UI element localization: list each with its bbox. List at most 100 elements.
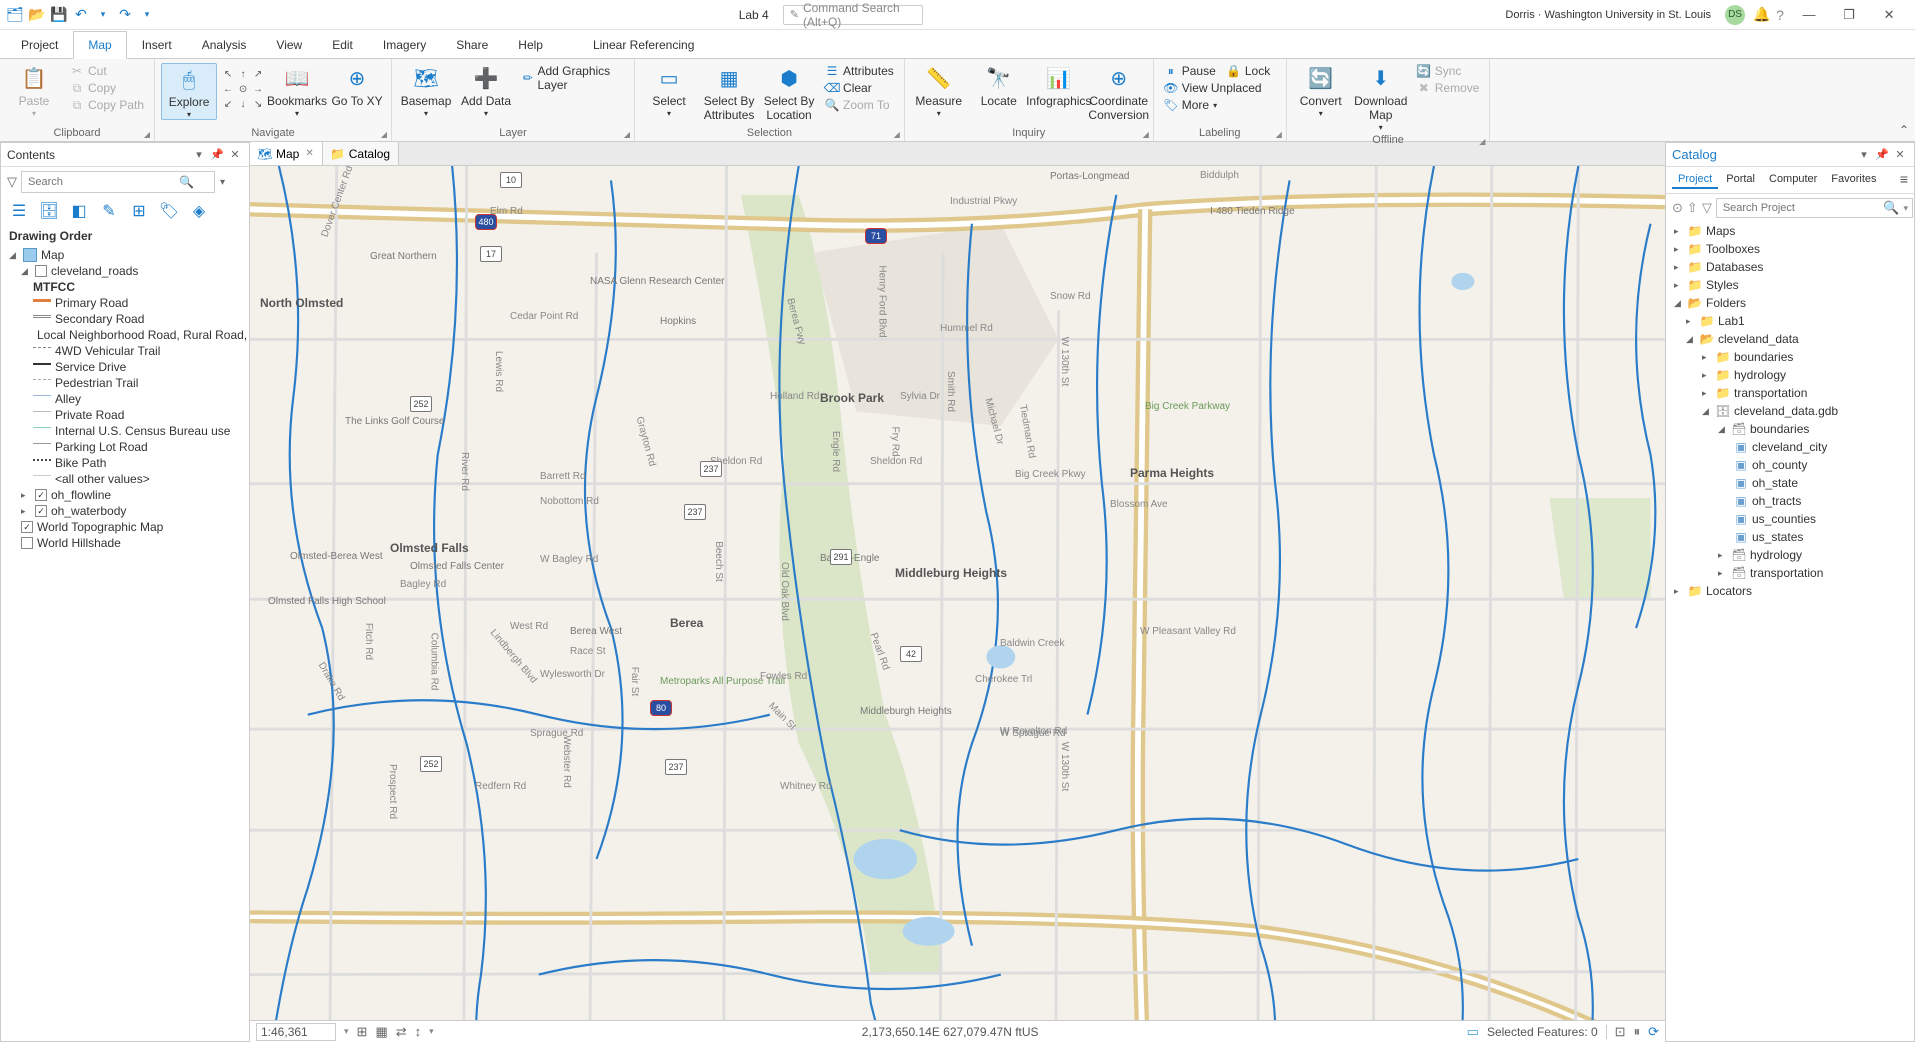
download-map-button[interactable]: ⬇Download Map▾ bbox=[1353, 63, 1409, 132]
tab-share[interactable]: Share bbox=[441, 31, 503, 58]
copy-path-button[interactable]: ⧉Copy Path bbox=[66, 97, 148, 113]
catalog-tab-computer[interactable]: Computer bbox=[1763, 171, 1823, 189]
list-by-snapping-icon[interactable]: ⊞ bbox=[129, 201, 149, 221]
cat-folders[interactable]: ◢📂Folders bbox=[1666, 294, 1914, 312]
cat-transportation-folder[interactable]: ▸📁transportation bbox=[1666, 384, 1914, 402]
cat-styles[interactable]: ▸📁Styles bbox=[1666, 276, 1914, 294]
measure-button[interactable]: 📏Measure▾ bbox=[911, 63, 967, 118]
view-unplaced-button[interactable]: 👁View Unplaced bbox=[1160, 80, 1280, 96]
convert-button[interactable]: 🔄Convert▾ bbox=[1293, 63, 1349, 118]
contents-pin[interactable]: 📌 bbox=[209, 147, 225, 163]
layer-checkbox[interactable]: ✓ bbox=[35, 489, 47, 501]
select-by-attributes-button[interactable]: ▦Select By Attributes bbox=[701, 63, 757, 123]
toc-parking[interactable]: Parking Lot Road bbox=[1, 439, 249, 455]
tab-insert[interactable]: Insert bbox=[127, 31, 187, 58]
toc-private[interactable]: Private Road bbox=[1, 407, 249, 423]
cat-oh-tracts[interactable]: ▣oh_tracts bbox=[1666, 492, 1914, 510]
toc-secondary[interactable]: Secondary Road bbox=[1, 311, 249, 327]
undo-dropdown[interactable]: ▾ bbox=[94, 6, 112, 24]
redo-dropdown[interactable]: ▾ bbox=[138, 6, 156, 24]
layer-checkbox[interactable] bbox=[21, 537, 33, 549]
toc-local[interactable]: Local Neighborhood Road, Rural Road, Cit… bbox=[1, 327, 249, 343]
tab-map[interactable]: Map bbox=[73, 31, 126, 59]
toc-cleveland-roads[interactable]: ◢cleveland_roads bbox=[1, 263, 249, 279]
collapse-ribbon-button[interactable]: ⌃ bbox=[1893, 59, 1915, 141]
attributes-button[interactable]: ☰Attributes bbox=[821, 63, 898, 79]
user-avatar[interactable]: DS bbox=[1725, 5, 1745, 25]
tab-linear-referencing[interactable]: Linear Referencing bbox=[578, 31, 709, 58]
toc-primary[interactable]: Primary Road bbox=[1, 295, 249, 311]
catalog-close[interactable]: ✕ bbox=[1892, 147, 1908, 163]
toc-topo[interactable]: ✓World Topographic Map bbox=[1, 519, 249, 535]
toc-4wd[interactable]: 4WD Vehicular Trail bbox=[1, 343, 249, 359]
cat-oh-county[interactable]: ▣oh_county bbox=[1666, 456, 1914, 474]
close-tab-icon[interactable]: ✕ bbox=[305, 148, 313, 159]
coord-conversion-button[interactable]: ⊕Coordinate Conversion bbox=[1091, 63, 1147, 123]
cat-cleveland-data[interactable]: ◢📂cleveland_data bbox=[1666, 330, 1914, 348]
cat-locators[interactable]: ▸📁Locators bbox=[1666, 582, 1914, 600]
catalog-tab-project[interactable]: Project bbox=[1672, 171, 1718, 189]
zoom-to-button[interactable]: 🔍Zoom To bbox=[821, 97, 898, 113]
catalog-dropdown[interactable]: ▾ bbox=[1856, 147, 1872, 163]
toc-map[interactable]: ◢Map bbox=[1, 247, 249, 263]
add-graphics-button[interactable]: ✏Add Graphics Layer bbox=[518, 63, 628, 93]
undo-icon[interactable]: ↶ bbox=[72, 6, 90, 24]
clear-button[interactable]: ⌫Clear bbox=[821, 80, 898, 96]
catalog-tab-favorites[interactable]: Favorites bbox=[1825, 171, 1882, 189]
toc-service[interactable]: Service Drive bbox=[1, 359, 249, 375]
up-icon[interactable]: ⇧ bbox=[1687, 200, 1698, 216]
cat-boundaries-folder[interactable]: ▸📁boundaries bbox=[1666, 348, 1914, 366]
save-icon[interactable]: 💾 bbox=[50, 6, 68, 24]
toc-census[interactable]: Internal U.S. Census Bureau use bbox=[1, 423, 249, 439]
cat-databases[interactable]: ▸📁Databases bbox=[1666, 258, 1914, 276]
list-by-drawing-icon[interactable]: ☰ bbox=[9, 201, 29, 221]
contents-dropdown[interactable]: ▾ bbox=[191, 147, 207, 163]
toc-alley[interactable]: Alley bbox=[1, 391, 249, 407]
locate-button[interactable]: 🔭Locate bbox=[971, 63, 1027, 109]
catalog-view-icon[interactable]: ⊡ bbox=[1615, 1024, 1626, 1040]
minimize-button[interactable]: — bbox=[1789, 0, 1829, 30]
go-to-xy-button[interactable]: ⊕Go To XY bbox=[329, 63, 385, 109]
toc-other[interactable]: <all other values> bbox=[1, 471, 249, 487]
infographics-button[interactable]: 📊Infographics bbox=[1031, 63, 1087, 109]
search-dropdown[interactable]: ▾ bbox=[220, 177, 225, 188]
paste-button[interactable]: 📋Paste▾ bbox=[6, 63, 62, 118]
layer-checkbox[interactable]: ✓ bbox=[35, 505, 47, 517]
cat-lab1[interactable]: ▸📁Lab1 bbox=[1666, 312, 1914, 330]
select-by-location-button[interactable]: ⬢Select By Location bbox=[761, 63, 817, 123]
copy-button[interactable]: ⧉Copy bbox=[66, 80, 148, 96]
view-tab-catalog[interactable]: 📁Catalog bbox=[323, 142, 399, 165]
back-icon[interactable]: ⊙ bbox=[1672, 200, 1683, 216]
refresh-icon[interactable]: ⟳ bbox=[1648, 1024, 1659, 1040]
more-labeling-button[interactable]: 🏷More ▾ bbox=[1160, 97, 1280, 113]
command-search[interactable]: Command Search (Alt+Q) bbox=[783, 5, 923, 25]
basemap-button[interactable]: 🗺Basemap▾ bbox=[398, 63, 454, 118]
selected-features-icon[interactable]: ▭ bbox=[1467, 1024, 1479, 1040]
search-dd[interactable]: ▾ bbox=[1903, 203, 1908, 214]
cat-toolboxes[interactable]: ▸📁Toolboxes bbox=[1666, 240, 1914, 258]
select-button[interactable]: ▭Select▾ bbox=[641, 63, 697, 118]
sync-button[interactable]: 🔄Sync bbox=[1413, 63, 1484, 79]
catalog-menu-icon[interactable]: ≡ bbox=[1900, 171, 1908, 189]
list-by-perspective-icon[interactable]: ◈ bbox=[189, 201, 209, 221]
toc-bike[interactable]: Bike Path bbox=[1, 455, 249, 471]
pan-arrows[interactable]: ↖↑↗←⊙→↙↓↘ bbox=[221, 67, 265, 111]
cat-oh-state[interactable]: ▣oh_state bbox=[1666, 474, 1914, 492]
layer-checkbox[interactable]: ✓ bbox=[21, 521, 33, 533]
bookmarks-button[interactable]: 📖Bookmarks▾ bbox=[269, 63, 325, 118]
tab-view[interactable]: View bbox=[261, 31, 317, 58]
cat-gdb-transportation[interactable]: ▸🗃transportation bbox=[1666, 564, 1914, 582]
toc-flowline[interactable]: ▸✓oh_flowline bbox=[1, 487, 249, 503]
cat-us-counties[interactable]: ▣us_counties bbox=[1666, 510, 1914, 528]
contents-search[interactable] bbox=[21, 171, 215, 193]
status-snap-icon[interactable]: ⊞ bbox=[357, 1024, 368, 1040]
redo-icon[interactable]: ↷ bbox=[116, 6, 134, 24]
cat-gdb-hydrology[interactable]: ▸🗃hydrology bbox=[1666, 546, 1914, 564]
pause-labeling-button[interactable]: ⏸Pause 🔒Lock bbox=[1160, 63, 1280, 79]
notifications-icon[interactable]: 🔔 bbox=[1753, 6, 1771, 24]
list-by-source-icon[interactable]: 🗄 bbox=[39, 201, 59, 221]
status-dynamic-icon[interactable]: ⇄ bbox=[396, 1024, 407, 1040]
status-constraint-icon[interactable]: ↕ bbox=[415, 1024, 422, 1039]
map-view[interactable]: North Olmsted Great Northern NASA Glenn … bbox=[250, 166, 1665, 1020]
status-grid-icon[interactable]: ▦ bbox=[375, 1024, 387, 1040]
